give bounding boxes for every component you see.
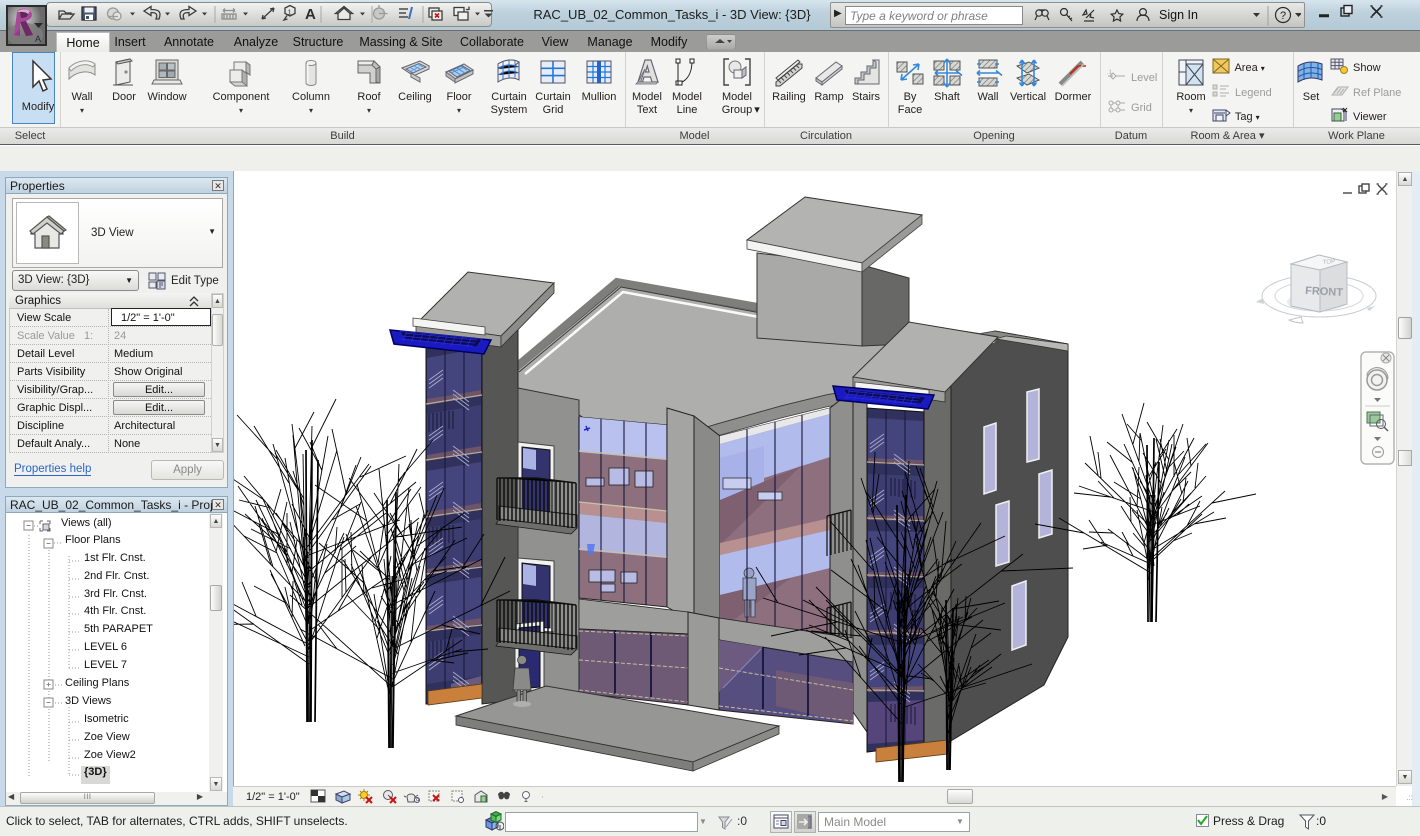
svg-text:?: ? (1280, 10, 1286, 22)
svg-text:Sign In: Sign In (1159, 8, 1198, 22)
svg-text:1: 1 (288, 8, 292, 17)
svg-text:A: A (35, 34, 41, 44)
svg-text:A: A (305, 6, 316, 23)
svg-text:.1: .1 (1107, 70, 1113, 76)
svg-text:TOP: TOP (1323, 259, 1336, 266)
svg-text:Modify: Modify (22, 101, 55, 113)
svg-text:FRONT: FRONT (1305, 285, 1344, 299)
